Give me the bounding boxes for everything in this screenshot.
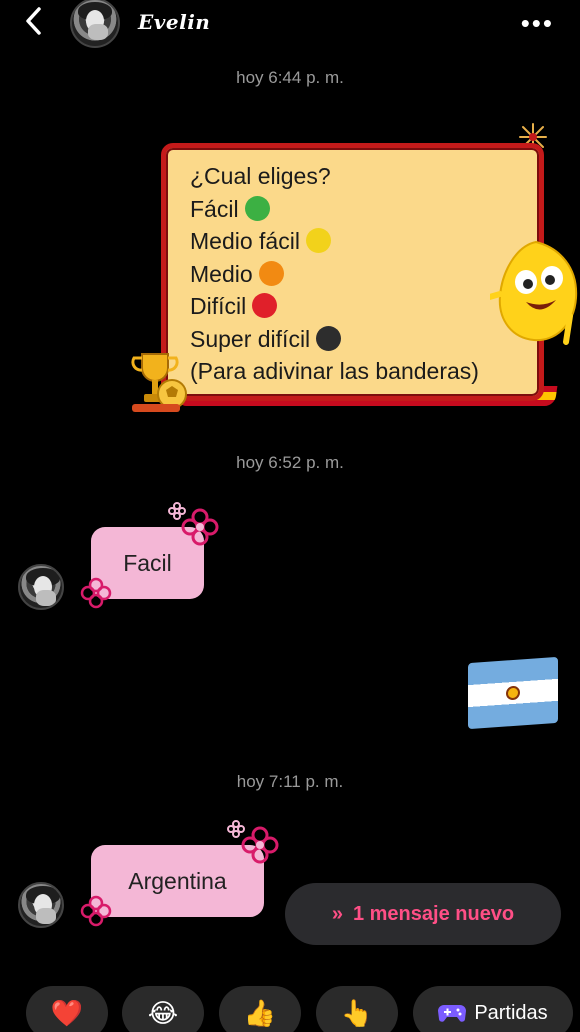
- sender-avatar[interactable]: [18, 564, 64, 610]
- flower-decoration-icon: [241, 826, 279, 864]
- gamepad-icon: [438, 1005, 467, 1022]
- timestamp: hoy 6:52 p. m.: [236, 453, 344, 472]
- incoming-message-bubble[interactable]: Argentina: [91, 845, 264, 917]
- flower-decoration-icon: [181, 508, 219, 546]
- flower-decoration-icon: [227, 820, 245, 838]
- card-line-medium: Medio: [190, 258, 539, 291]
- contact-avatar[interactable]: [70, 0, 120, 48]
- card-line-hard: Difícil: [190, 290, 539, 323]
- message-text: Facil: [123, 549, 172, 576]
- message-text: Argentina: [128, 867, 227, 894]
- thumbs-up-icon: 👍: [243, 998, 277, 1028]
- argentina-flag-sticker[interactable]: [468, 656, 558, 730]
- new-message-button[interactable]: » 1 mensaje nuevo: [285, 883, 561, 945]
- card-line-note: (Para adivinar las banderas): [190, 358, 479, 384]
- contact-name[interactable]: Evelin: [138, 10, 210, 34]
- trophy-icon: [131, 353, 187, 412]
- heart-icon: ❤️: [50, 998, 84, 1028]
- games-button[interactable]: Partidas: [413, 986, 573, 1032]
- chat-header: Evelin •••: [0, 0, 580, 48]
- card-line-question: ¿Cual eliges?: [190, 163, 331, 189]
- quick-actions-bar: ❤️ 😂 👍 👆 Partidas: [0, 986, 580, 1032]
- card-line-super-hard: Super difícil: [190, 323, 539, 356]
- yellow-circle-icon: [305, 228, 331, 253]
- card-line-medium-easy: Medio fácil: [190, 225, 539, 258]
- flower-decoration-icon: [80, 895, 112, 927]
- games-button-label: Partidas: [474, 1001, 548, 1024]
- chat-screen: Evelin ••• hoy 6:44 p. m. ¿Cual eliges? …: [0, 0, 580, 1032]
- red-circle-icon: [252, 293, 278, 318]
- card-line-easy: Fácil: [190, 193, 539, 226]
- laughing-emoji-icon: 😂: [147, 998, 179, 1028]
- pointing-hand-button[interactable]: 👆: [316, 986, 398, 1032]
- mascot-sticker-icon: [490, 240, 578, 345]
- thumbs-up-button[interactable]: 👍: [219, 986, 301, 1032]
- orange-circle-icon: [258, 260, 284, 286]
- back-arrow-icon[interactable]: [18, 4, 52, 38]
- new-message-label: 1 mensaje nuevo: [352, 902, 515, 925]
- heart-button[interactable]: ❤️: [26, 986, 108, 1032]
- more-options-icon[interactable]: •••: [521, 8, 554, 39]
- flower-decoration-icon: [80, 577, 112, 609]
- pointing-hand-icon: 👆: [340, 998, 374, 1028]
- green-circle-icon: [244, 195, 270, 221]
- double-chevron-down-icon: »: [331, 902, 343, 925]
- timestamp: hoy 7:11 p. m.: [236, 772, 344, 791]
- timestamp: hoy 6:44 p. m.: [236, 68, 344, 87]
- sender-avatar[interactable]: [18, 882, 64, 928]
- laugh-button[interactable]: 😂: [122, 986, 204, 1032]
- flower-decoration-icon: [168, 502, 186, 520]
- black-circle-icon: [316, 325, 342, 351]
- options-message-card[interactable]: ¿Cual eliges? Fácil Medio fácil Medio Di…: [161, 143, 544, 401]
